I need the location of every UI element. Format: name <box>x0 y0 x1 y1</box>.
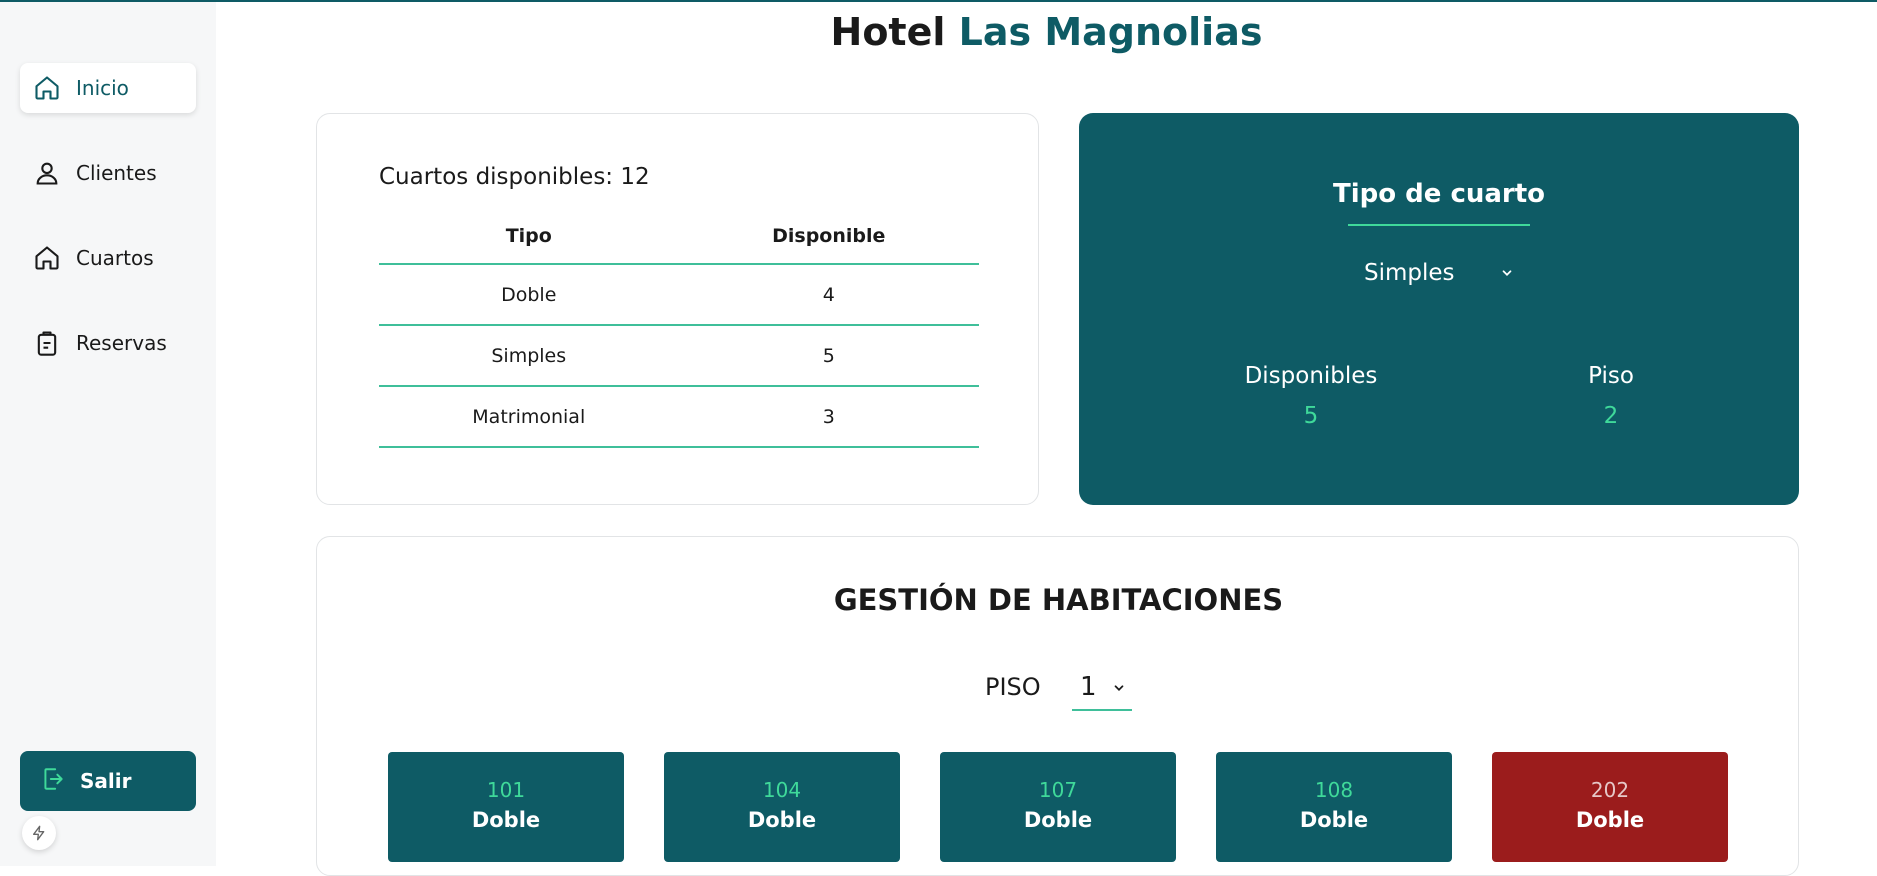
room-tile-107[interactable]: 107 Doble <box>940 752 1176 862</box>
column-header-disponible: Disponible <box>678 208 979 265</box>
room-type: Doble <box>471 808 541 832</box>
cell-tipo: Matrimonial <box>379 386 679 448</box>
room-type-title-underline <box>1348 224 1530 226</box>
sidebar-item-inicio[interactable]: Inicio <box>20 63 196 113</box>
room-type: Doble <box>747 808 817 832</box>
cell-tipo: Doble <box>379 264 679 326</box>
cell-disponible: 5 <box>678 325 979 387</box>
room-number: 108 <box>1314 778 1354 802</box>
floor-selected: 1 <box>1080 672 1097 702</box>
room-tile-101[interactable]: 101 Doble <box>388 752 624 862</box>
stat-piso-value: 2 <box>1603 403 1619 429</box>
availability-title: Cuartos disponibles: 12 <box>379 164 650 190</box>
room-type: Doble <box>1023 808 1093 832</box>
stat-disponibles-label: Disponibles <box>1244 363 1378 389</box>
availability-card: Cuartos disponibles: 12 Tipo Disponible … <box>316 113 1039 505</box>
floor-label: PISO <box>985 673 1041 701</box>
bolt-icon[interactable] <box>22 816 56 850</box>
room-type: Doble <box>1299 808 1369 832</box>
room-number: 101 <box>486 778 526 802</box>
stat-disponibles-value: 5 <box>1303 403 1319 429</box>
room-type-selected: Simples <box>1364 260 1455 286</box>
page-title: Hotel Las Magnolias <box>216 10 1877 54</box>
sidebar-item-label: Reservas <box>76 331 167 355</box>
table-row: Doble 4 <box>379 264 979 326</box>
chevron-down-icon <box>1112 672 1126 702</box>
sidebar-item-clientes[interactable]: Clientes <box>20 148 196 198</box>
room-number: 107 <box>1038 778 1078 802</box>
sidebar-item-cuartos[interactable]: Cuartos <box>20 233 196 283</box>
top-accent-line <box>0 0 1877 2</box>
cell-tipo: Simples <box>379 325 679 387</box>
room-type-select[interactable]: Simples <box>1364 253 1514 293</box>
home-icon <box>32 243 62 273</box>
title-brand: Las Magnolias <box>958 10 1263 54</box>
sidebar-item-label: Cuartos <box>76 246 154 270</box>
table-row: Matrimonial 3 <box>379 386 979 448</box>
logout-label: Salir <box>80 769 132 793</box>
sidebar-item-reservas[interactable]: Reservas <box>20 318 196 368</box>
stat-piso-label: Piso <box>1588 363 1634 389</box>
room-type-card: Tipo de cuarto Simples Disponibles 5 Pis… <box>1079 113 1799 505</box>
stat-piso: Piso 2 <box>1491 363 1731 429</box>
room-tile-108[interactable]: 108 Doble <box>1216 752 1452 862</box>
clipboard-icon <box>32 328 62 358</box>
sidebar: Inicio Clientes Cuartos Reservas Salir <box>0 2 216 866</box>
table-header-row: Tipo Disponible <box>379 208 979 265</box>
room-management-title: GESTIÓN DE HABITACIONES <box>833 583 1284 617</box>
room-type: Doble <box>1575 808 1645 832</box>
room-number: 202 <box>1590 778 1630 802</box>
room-tile-104[interactable]: 104 Doble <box>664 752 900 862</box>
room-management-card: GESTIÓN DE HABITACIONES PISO 1 101 Doble… <box>316 536 1799 876</box>
room-tile-202[interactable]: 202 Doble <box>1492 752 1728 862</box>
floor-select[interactable]: 1 <box>1072 665 1132 711</box>
home-icon <box>32 73 62 103</box>
user-icon <box>32 158 62 188</box>
sidebar-item-label: Inicio <box>76 76 129 100</box>
room-type-title: Tipo de cuarto <box>1332 179 1546 209</box>
logout-button[interactable]: Salir <box>20 751 196 811</box>
table-row: Simples 5 <box>379 325 979 387</box>
stat-disponibles: Disponibles 5 <box>1191 363 1431 429</box>
cell-disponible: 4 <box>678 264 979 326</box>
cell-disponible: 3 <box>678 386 979 448</box>
sidebar-item-label: Clientes <box>76 161 157 185</box>
column-header-tipo: Tipo <box>379 208 679 265</box>
logout-icon <box>40 766 66 796</box>
room-number: 104 <box>762 778 802 802</box>
title-prefix: Hotel <box>830 10 946 54</box>
chevron-down-icon <box>1500 260 1514 286</box>
availability-table: Tipo Disponible Doble 4 Simples 5 Matrim… <box>379 208 979 448</box>
